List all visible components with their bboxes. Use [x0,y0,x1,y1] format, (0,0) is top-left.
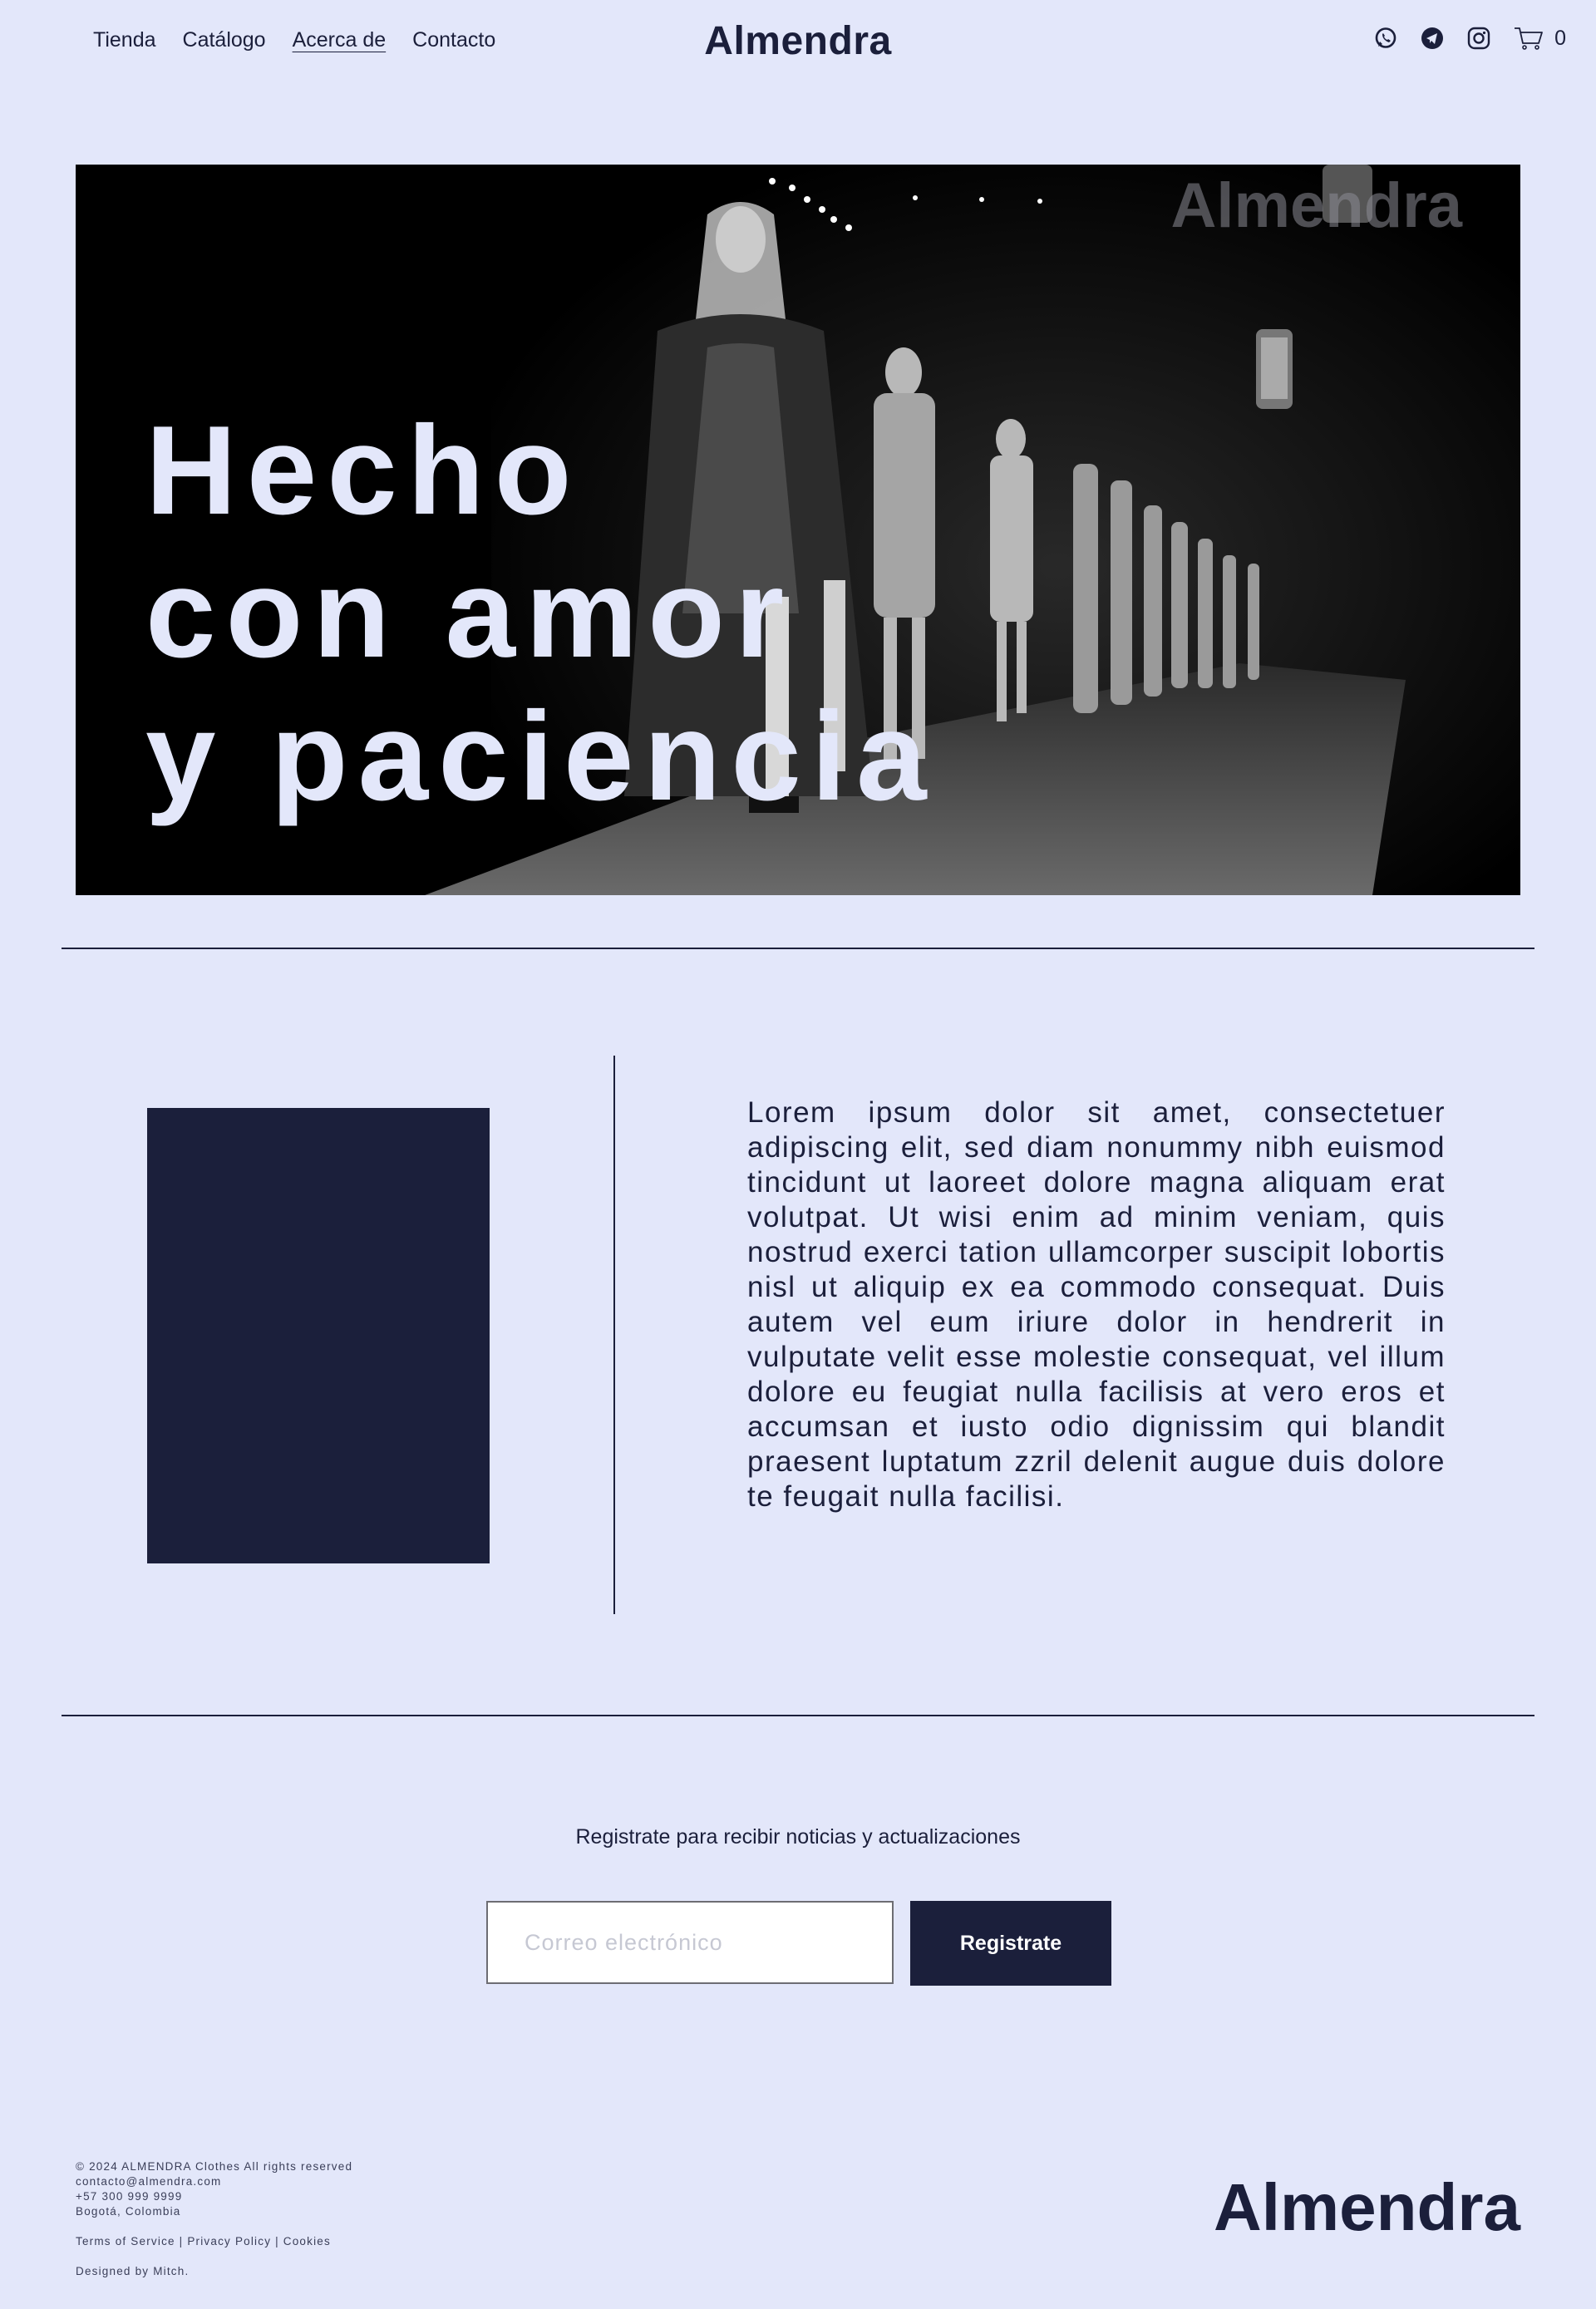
instagram-icon[interactable] [1466,26,1491,51]
footer-credit: Designed by Mitch. [76,2265,190,2277]
newsletter-email-input[interactable] [486,1901,894,1984]
footer-location: Bogotá, Colombia [76,2205,181,2218]
hero-headline: Hecho con amor y paciencia [145,399,937,828]
footer-copyright: © 2024 ALMENDRA Clothes All rights reser… [76,2160,353,2173]
footer-info: © 2024 ALMENDRA Clothes All rights reser… [76,2159,352,2279]
newsletter-prompt: Registrate para recibir noticias y actua… [575,1825,1021,1849]
hero-headline-line-3: y paciencia [145,686,937,827]
section-divider-bottom [62,1715,1534,1716]
newsletter-submit-button[interactable]: Registrate [910,1901,1111,1986]
section-divider-top [62,948,1534,949]
telegram-icon[interactable] [1420,26,1445,51]
footer-phone[interactable]: +57 300 999 9999 [76,2189,352,2204]
cart-count[interactable]: 0 [1554,27,1566,51]
footer-email[interactable]: contacto@almendra.com [76,2174,352,2189]
header-actions: 0 [1373,25,1566,52]
about-vertical-divider [613,1056,615,1614]
hero-watermark-logo: Almendra [1170,170,1462,241]
cart-icon[interactable] [1513,25,1544,52]
site-logo[interactable]: Almendra [0,18,1596,64]
whatsapp-icon[interactable] [1373,26,1398,51]
about-text: Lorem ipsum dolor sit amet, consectetuer… [747,1096,1446,1513]
hero-banner: Almendra Hecho con amor y paciencia [76,165,1520,895]
about-image-placeholder [147,1108,490,1563]
footer-legal-links[interactable]: Terms of Service | Privacy Policy | Cook… [76,2234,352,2249]
hero-headline-line-2: con amor [145,543,795,684]
hero-headline-line-1: Hecho [145,400,582,541]
footer-logo[interactable]: Almendra [1214,2169,1520,2246]
